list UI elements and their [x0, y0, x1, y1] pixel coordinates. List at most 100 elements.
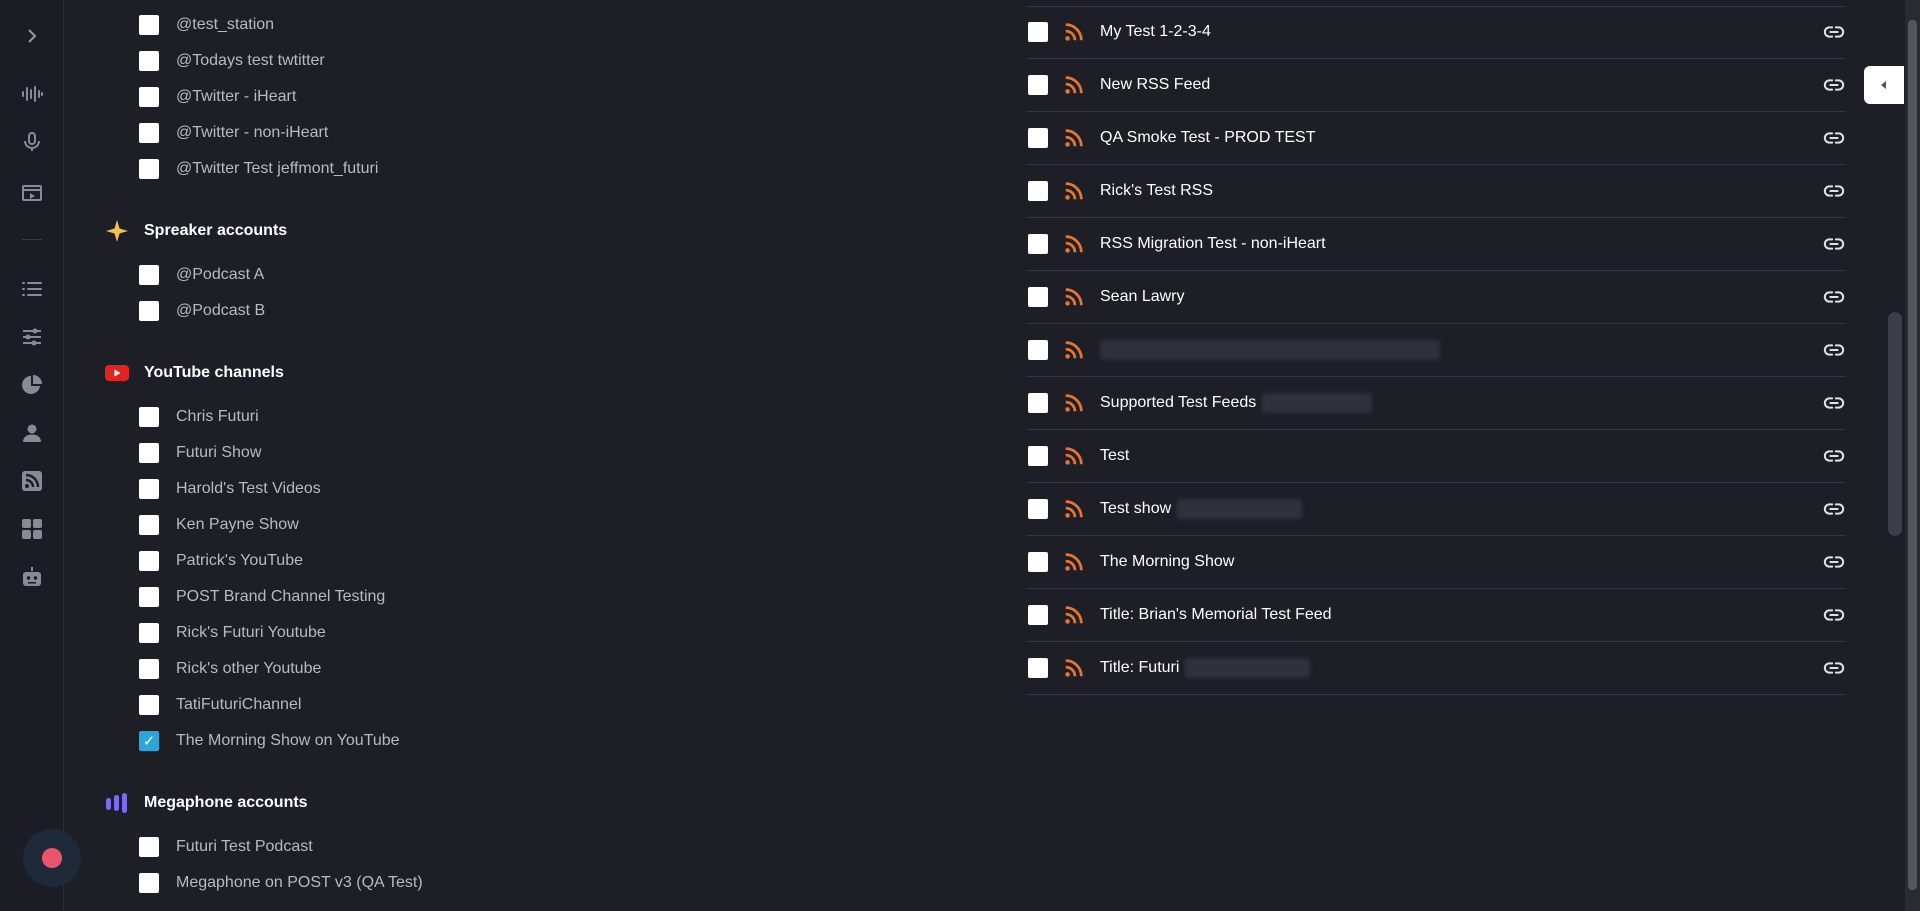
copy-link-icon[interactable]	[1823, 551, 1845, 573]
sliders-icon[interactable]	[20, 325, 44, 349]
list-item[interactable]: Rick's Futuri Youtube	[139, 618, 326, 648]
checkbox[interactable]	[139, 407, 159, 427]
rss-feed-icon	[1065, 341, 1083, 359]
checkbox[interactable]	[139, 659, 159, 679]
list-item[interactable]: POST Brand Channel Testing	[139, 582, 385, 612]
checkbox[interactable]	[1028, 499, 1048, 519]
copy-link-icon[interactable]	[1823, 180, 1845, 202]
rss-feed-row[interactable]: Test	[1027, 430, 1845, 483]
checkbox[interactable]	[1028, 75, 1048, 95]
checkbox[interactable]	[139, 159, 159, 179]
rss-feed-row[interactable]: Test show	[1027, 483, 1845, 536]
checkbox[interactable]	[139, 301, 159, 321]
copy-link-icon[interactable]	[1823, 657, 1845, 679]
checkbox[interactable]	[1028, 234, 1048, 254]
list-item[interactable]: @Podcast B	[139, 296, 265, 326]
list-item[interactable]: ✓ The Morning Show on YouTube	[139, 726, 400, 756]
copy-link-icon[interactable]	[1823, 498, 1845, 520]
checkbox[interactable]	[139, 515, 159, 535]
list-item[interactable]: @Twitter - non-iHeart	[139, 118, 328, 148]
list-icon[interactable]	[20, 277, 44, 301]
rss-feed-row[interactable]: Title: Brian's Memorial Test Feed	[1027, 589, 1845, 642]
rss-feed-row[interactable]: The Morning Show	[1027, 536, 1845, 589]
account-label: @test_station	[176, 16, 275, 33]
rss-feed-row[interactable]: Supported Test Feeds	[1027, 377, 1845, 430]
rss-feed-row[interactable]: New RSS Feed	[1027, 59, 1845, 112]
list-item[interactable]: Patrick's YouTube	[139, 546, 303, 576]
apps-grid-icon[interactable]	[20, 517, 44, 541]
rss-feed-row[interactable]: RSS Migration Test - non-iHeart	[1027, 218, 1845, 271]
copy-link-icon[interactable]	[1823, 286, 1845, 308]
list-item[interactable]: @Twitter Test jeffmont_futuri	[139, 154, 378, 184]
checkbox[interactable]	[139, 87, 159, 107]
list-item[interactable]: Ken Payne Show	[139, 510, 299, 540]
checkbox[interactable]	[139, 51, 159, 71]
list-item[interactable]: TatiFuturiChannel	[139, 690, 301, 720]
rss-feed-row[interactable]: Title: Futuri	[1027, 642, 1845, 695]
rss-feed-row[interactable]: My Test 1-2-3-4	[1027, 6, 1845, 59]
checkbox[interactable]	[139, 15, 159, 35]
rss-feed-row[interactable]: QA Smoke Test - PROD TEST	[1027, 112, 1845, 165]
collapse-panel-button[interactable]	[1864, 66, 1904, 104]
video-icon[interactable]	[20, 181, 44, 205]
rss-feed-icon	[1065, 394, 1083, 412]
account-label: Futuri Show	[176, 444, 262, 461]
list-item[interactable]: @test_station	[139, 10, 274, 40]
user-icon[interactable]	[20, 421, 44, 445]
checkbox[interactable]	[1028, 552, 1048, 572]
checkbox[interactable]	[139, 551, 159, 571]
list-item[interactable]: Chris Futuri	[139, 402, 259, 432]
copy-link-icon[interactable]	[1823, 127, 1845, 149]
checkbox[interactable]	[139, 587, 159, 607]
list-item[interactable]: Megaphone on POST v3 (QA Test)	[139, 868, 423, 898]
checkbox[interactable]	[1028, 340, 1048, 360]
list-item[interactable]: Harold's Test Videos	[139, 474, 321, 504]
checkbox[interactable]	[1028, 22, 1048, 42]
checkbox[interactable]	[139, 695, 159, 715]
copy-link-icon[interactable]	[1823, 392, 1845, 414]
checkbox[interactable]	[139, 265, 159, 285]
rss-feed-icon	[1065, 500, 1083, 518]
checkbox[interactable]	[139, 837, 159, 857]
list-item[interactable]: Futuri Test Podcast	[139, 832, 313, 862]
checkbox[interactable]	[1028, 658, 1048, 678]
feed-name: Test show	[1100, 500, 1172, 517]
expand-chevron-icon[interactable]	[20, 24, 44, 48]
copy-link-icon[interactable]	[1823, 233, 1845, 255]
checkbox[interactable]	[139, 623, 159, 643]
list-item[interactable]: @Todays test twtitter	[139, 46, 325, 76]
checkbox[interactable]	[1028, 446, 1048, 466]
checkbox[interactable]	[139, 873, 159, 893]
account-label: POST Brand Channel Testing	[176, 588, 386, 605]
checkbox[interactable]	[1028, 605, 1048, 625]
list-item[interactable]: Rick's other Youtube	[139, 654, 321, 684]
list-item[interactable]: @Twitter - iHeart	[139, 82, 296, 112]
list-item[interactable]: @Podcast A	[139, 260, 264, 290]
checkbox[interactable]	[1028, 393, 1048, 413]
rss-icon[interactable]	[20, 469, 44, 493]
checkbox[interactable]	[1028, 181, 1048, 201]
list-item[interactable]: Futuri Show	[139, 438, 261, 468]
microphone-icon[interactable]	[20, 130, 44, 154]
copy-link-icon[interactable]	[1823, 21, 1845, 43]
robot-icon[interactable]	[20, 565, 44, 589]
rss-feed-row[interactable]: Sean Lawry	[1027, 271, 1845, 324]
copy-link-icon[interactable]	[1823, 604, 1845, 626]
checkbox[interactable]	[1028, 128, 1048, 148]
checkbox[interactable]	[139, 123, 159, 143]
copy-link-icon[interactable]	[1823, 445, 1845, 467]
copy-link-icon[interactable]	[1823, 339, 1845, 361]
record-dot-icon	[42, 848, 62, 868]
rss-feed-row[interactable]	[1027, 324, 1845, 377]
pie-chart-icon[interactable]	[20, 373, 44, 397]
inner-scrollbar-thumb[interactable]	[1888, 312, 1902, 536]
copy-link-icon[interactable]	[1823, 74, 1845, 96]
rss-feed-row[interactable]: Rick's Test RSS	[1027, 165, 1845, 218]
checkbox[interactable]	[139, 479, 159, 499]
spreaker-star-icon	[104, 218, 130, 244]
page-scrollbar-thumb[interactable]	[1908, 20, 1917, 890]
waveform-icon[interactable]	[20, 82, 44, 106]
checkbox-checked[interactable]: ✓	[139, 731, 159, 751]
checkbox[interactable]	[1028, 287, 1048, 307]
checkbox[interactable]	[139, 443, 159, 463]
